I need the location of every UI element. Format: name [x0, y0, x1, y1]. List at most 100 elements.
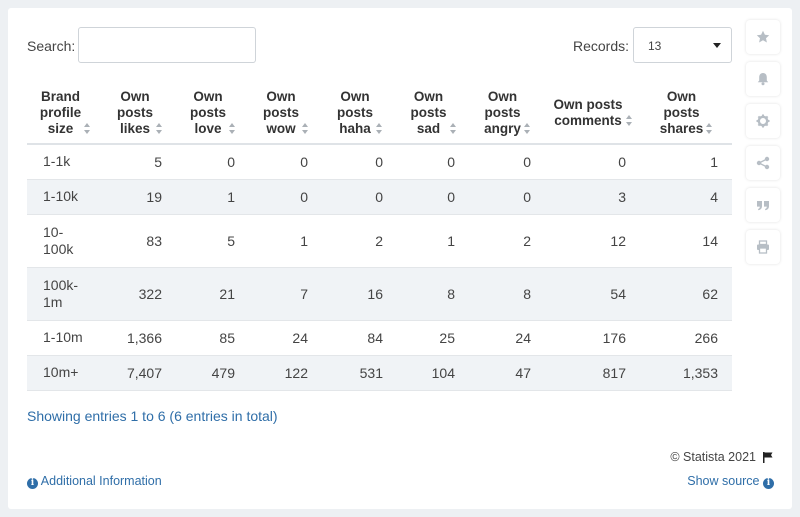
sort-icon [84, 123, 91, 135]
sort-icon [156, 123, 162, 135]
cell-haha: 0 [322, 179, 397, 215]
cell-sad: 104 [397, 355, 469, 391]
cell-shares: 1 [640, 144, 732, 180]
table-row: 10m+ 7,407 479 122 531 104 47 817 1,353 [27, 355, 732, 391]
records-select[interactable]: 13 [633, 27, 732, 63]
show-source-label: Show source [687, 474, 760, 488]
sort-icon [706, 123, 713, 135]
cell-love: 0 [176, 144, 249, 180]
print-icon [757, 240, 769, 254]
cell-size: 100k- 1m [27, 267, 103, 321]
cell-love: 21 [176, 267, 249, 321]
cell-comments: 0 [545, 144, 640, 180]
sort-icon [523, 123, 530, 135]
cell-haha: 0 [322, 144, 397, 180]
cell-comments: 817 [545, 355, 640, 391]
data-table: Brand profile size Own posts likes Own posts l… [27, 82, 732, 391]
cell-size: 1-1k [27, 144, 103, 180]
table-row: 1-10m 1,366 85 24 84 25 24 176 266 [27, 320, 732, 356]
show-source-link[interactable]: Show source i [687, 474, 774, 489]
print-button[interactable] [746, 230, 780, 264]
cell-wow: 0 [249, 179, 322, 215]
cell-sad: 8 [397, 267, 469, 321]
col-header-shares[interactable]: Own posts shares [640, 82, 732, 145]
table-row: 100k- 1m 322 21 7 16 8 8 54 62 [27, 267, 732, 321]
share-button[interactable] [746, 146, 780, 180]
cell-likes: 7,407 [103, 355, 176, 391]
cell-size: 1-10k [27, 179, 103, 215]
cell-sad: 0 [397, 144, 469, 180]
sort-icon [302, 123, 308, 135]
cell-size: 1-10m [27, 320, 103, 356]
cite-button[interactable] [746, 188, 780, 222]
cell-shares: 62 [640, 267, 732, 321]
quote-icon [757, 201, 769, 211]
sort-icon [625, 115, 632, 127]
cell-comments: 3 [545, 179, 640, 215]
sort-icon [229, 123, 235, 135]
cell-shares: 4 [640, 179, 732, 215]
records-label: Records: [573, 38, 630, 54]
sort-icon [376, 123, 382, 135]
col-header-angry[interactable]: Own posts angry [469, 82, 545, 145]
additional-information-label: Additional Information [40, 474, 162, 488]
col-header-brand-profile-size[interactable]: Brand profile size [27, 82, 103, 145]
cell-shares: 14 [640, 214, 732, 268]
cell-shares: 266 [640, 320, 732, 356]
star-icon [756, 30, 770, 43]
bell-icon [757, 73, 769, 86]
cell-angry: 0 [469, 144, 545, 180]
col-header-comments[interactable]: Own posts comments [545, 82, 640, 145]
cell-angry: 0 [469, 179, 545, 215]
cell-haha: 16 [322, 267, 397, 321]
cell-angry: 24 [469, 320, 545, 356]
statistic-card: Search: Records: 13 Brand profile size Own… [8, 8, 792, 509]
cell-wow: 1 [249, 214, 322, 268]
settings-button[interactable] [746, 104, 780, 138]
table-row: 1-1k 5 0 0 0 0 0 0 1 [27, 144, 732, 180]
copyright-text: © Statista 2021 [670, 450, 756, 464]
entries-summary: Showing entries 1 to 6 (6 entries in tot… [27, 408, 278, 424]
cell-wow: 0 [249, 144, 322, 180]
info-icon: i [27, 478, 38, 489]
table-row: 1-10k 19 1 0 0 0 0 3 4 [27, 179, 732, 215]
cell-angry: 8 [469, 267, 545, 321]
table-header-row: Brand profile size Own posts likes Own posts l… [27, 82, 732, 145]
caret-down-icon [713, 43, 721, 48]
col-header-love[interactable]: Own posts love [176, 82, 249, 145]
cell-likes: 322 [103, 267, 176, 321]
notification-button[interactable] [746, 62, 780, 96]
cell-size: 10m+ [27, 355, 103, 391]
additional-information-link[interactable]: i Additional Information [27, 474, 162, 489]
cell-sad: 25 [397, 320, 469, 356]
search-input[interactable] [78, 27, 256, 63]
cell-size-text: 10- 100k [43, 223, 74, 257]
flag-icon[interactable] [762, 451, 774, 463]
cell-likes: 19 [103, 179, 176, 215]
sort-icon [449, 123, 456, 135]
favorite-button[interactable] [746, 20, 780, 54]
cell-comments: 12 [545, 214, 640, 268]
cell-haha: 2 [322, 214, 397, 268]
cell-sad: 1 [397, 214, 469, 268]
col-header-sad[interactable]: Own posts sad [397, 82, 469, 145]
table-row: 10- 100k 83 5 1 2 1 2 12 14 [27, 214, 732, 268]
info-icon: i [763, 478, 774, 489]
cell-size: 10- 100k [27, 214, 103, 268]
search-label: Search: [27, 38, 76, 54]
cell-haha: 531 [322, 355, 397, 391]
cell-wow: 24 [249, 320, 322, 356]
cell-haha: 84 [322, 320, 397, 356]
gear-icon [756, 114, 770, 128]
cell-wow: 122 [249, 355, 322, 391]
cell-likes: 83 [103, 214, 176, 268]
cell-sad: 0 [397, 179, 469, 215]
cell-wow: 7 [249, 267, 322, 321]
cell-likes: 1,366 [103, 320, 176, 356]
cell-angry: 2 [469, 214, 545, 268]
cell-comments: 176 [545, 320, 640, 356]
col-header-likes[interactable]: Own posts likes [103, 82, 176, 145]
col-header-wow[interactable]: Own posts wow [249, 82, 322, 145]
col-header-haha[interactable]: Own posts haha [322, 82, 397, 145]
cell-comments: 54 [545, 267, 640, 321]
